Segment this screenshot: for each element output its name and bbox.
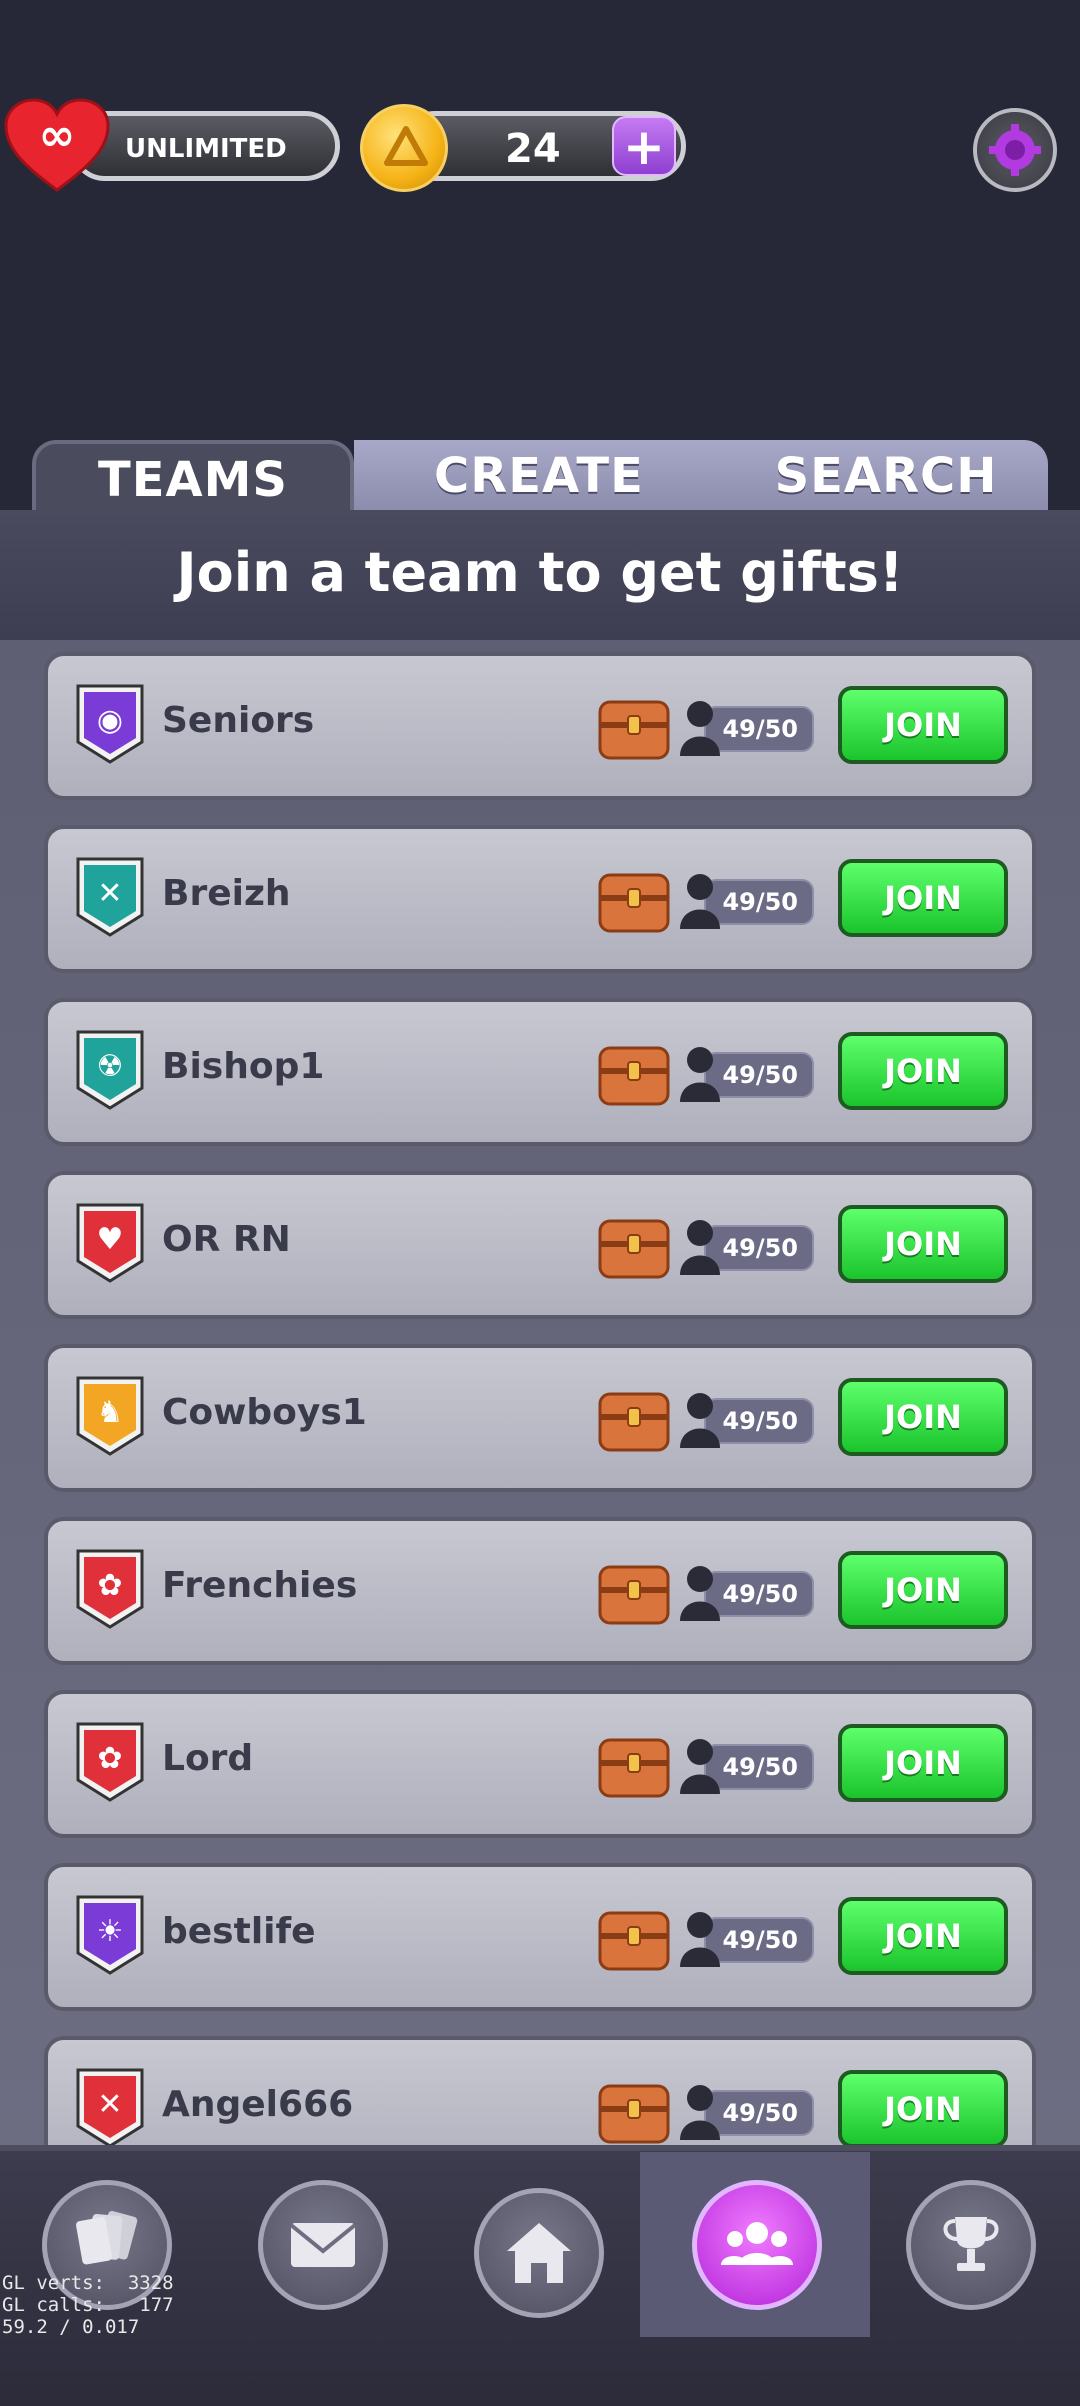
svg-text:♥: ♥ — [97, 1222, 124, 1257]
join-button[interactable]: JOIN — [838, 1724, 1008, 1802]
owl-emblem-icon: ◉ — [76, 684, 144, 764]
chest-icon — [598, 2084, 670, 2144]
team-icon — [721, 2222, 793, 2265]
person-icon — [680, 1393, 720, 1448]
heart-icon: ∞ — [4, 98, 110, 194]
nav-home-button[interactable] — [474, 2188, 604, 2318]
person-icon — [680, 1047, 720, 1102]
join-button[interactable]: JOIN — [838, 1551, 1008, 1629]
join-button[interactable]: JOIN — [838, 1897, 1008, 1975]
team-row[interactable]: ☀ bestlife 49/50 JOIN — [44, 1863, 1036, 2011]
gear-icon — [989, 124, 1041, 176]
svg-text:☢: ☢ — [97, 1049, 124, 1084]
join-button[interactable]: JOIN — [838, 686, 1008, 764]
debug-overlay: GL verts: 3328 GL calls: 177 59.2 / 0.01… — [2, 2272, 174, 2338]
person-icon — [680, 1220, 720, 1275]
paw-emblem-icon: ✿ — [76, 1722, 144, 1802]
buy-coins-button[interactable]: + — [612, 116, 676, 176]
join-button[interactable]: JOIN — [838, 1032, 1008, 1110]
nav-trophy-button[interactable] — [906, 2180, 1036, 2310]
paw-emblem-icon: ✿ — [76, 1549, 144, 1629]
team-row[interactable]: ♥ OR RN 49/50 JOIN — [44, 1171, 1036, 1319]
coin-icon — [360, 104, 448, 192]
coin-count: 24 — [505, 126, 561, 172]
mail-icon — [289, 2223, 357, 2267]
svg-text:✿: ✿ — [97, 1741, 122, 1776]
join-banner: Join a team to get gifts! — [0, 510, 1080, 646]
team-list[interactable]: ◉ Seniors 49/50 JOIN ✕ Breizh 49/50 JOIN ☢ Bishop… — [0, 640, 1080, 2145]
tab-create[interactable]: CREATE — [354, 440, 724, 510]
person-icon — [680, 2085, 720, 2140]
svg-text:∞: ∞ — [39, 110, 76, 161]
home-icon — [507, 2223, 571, 2283]
join-button[interactable]: JOIN — [838, 859, 1008, 937]
svg-text:✕: ✕ — [97, 876, 122, 911]
nav-mail-button[interactable] — [258, 2180, 388, 2310]
team-row[interactable]: ✿ Lord 49/50 JOIN — [44, 1690, 1036, 1838]
team-row[interactable]: ◉ Seniors 49/50 JOIN — [44, 652, 1036, 800]
team-row[interactable]: ☢ Bishop1 49/50 JOIN — [44, 998, 1036, 1146]
tab-search[interactable]: SEARCH — [724, 440, 1048, 510]
chest-icon — [598, 1392, 670, 1452]
person-icon — [680, 1739, 720, 1794]
person-icon — [680, 874, 720, 929]
team-name: Angel666 — [162, 2084, 354, 2125]
crossed-swords-emblem-icon: ✕ — [76, 857, 144, 937]
team-name: Frenchies — [162, 1565, 358, 1606]
svg-text:♞: ♞ — [97, 1395, 124, 1430]
chest-icon — [598, 1738, 670, 1798]
heart-emblem-icon: ♥ — [76, 1203, 144, 1283]
join-button[interactable]: JOIN — [838, 2070, 1008, 2145]
team-name: Breizh — [162, 873, 291, 914]
svg-text:✿: ✿ — [97, 1568, 122, 1603]
chest-icon — [598, 1046, 670, 1106]
person-icon — [680, 701, 720, 756]
team-name: Bishop1 — [162, 1046, 325, 1087]
join-button[interactable]: JOIN — [838, 1205, 1008, 1283]
chest-icon — [598, 1219, 670, 1279]
svg-text:✕: ✕ — [97, 2087, 122, 2122]
team-row[interactable]: ✕ Breizh 49/50 JOIN — [44, 825, 1036, 973]
settings-button[interactable] — [973, 108, 1057, 192]
tab-teams[interactable]: TEAMS — [32, 440, 354, 510]
chest-icon — [598, 1565, 670, 1625]
team-name: Seniors — [162, 700, 315, 741]
lion-emblem-icon: ♞ — [76, 1376, 144, 1456]
chest-icon — [598, 873, 670, 933]
team-row[interactable]: ✕ Angel666 49/50 JOIN — [44, 2036, 1036, 2145]
team-name: Lord — [162, 1738, 254, 1779]
svg-text:☀: ☀ — [97, 1914, 124, 1949]
team-name: Cowboys1 — [162, 1392, 367, 1433]
team-name: bestlife — [162, 1911, 316, 1952]
team-row[interactable]: ♞ Cowboys1 49/50 JOIN — [44, 1344, 1036, 1492]
crossed-swords-emblem-icon: ✕ — [76, 2068, 144, 2145]
chest-icon — [598, 700, 670, 760]
lives-pill: UNLIMITED — [70, 111, 340, 181]
trophy-icon — [943, 2217, 999, 2271]
team-row[interactable]: ✿ Frenchies 49/50 JOIN — [44, 1517, 1036, 1665]
svg-text:◉: ◉ — [97, 703, 123, 738]
chest-icon — [598, 1911, 670, 1971]
join-button[interactable]: JOIN — [838, 1378, 1008, 1456]
nav-team-button[interactable] — [692, 2180, 822, 2310]
person-icon — [680, 1912, 720, 1967]
person-icon — [680, 1566, 720, 1621]
team-name: OR RN — [162, 1219, 291, 1260]
radiation-emblem-icon: ☢ — [76, 1030, 144, 1110]
sun-emblem-icon: ☀ — [76, 1895, 144, 1975]
lives-label: UNLIMITED — [125, 134, 287, 164]
